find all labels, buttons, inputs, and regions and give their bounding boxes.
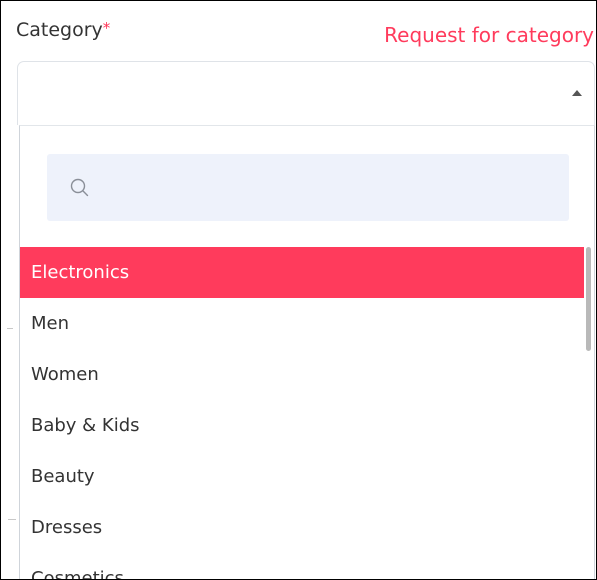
- caret-up-icon[interactable]: [572, 90, 582, 96]
- category-label: Category*: [16, 19, 110, 41]
- category-options-list: Electronics Men Women Baby & Kids Beauty Dres…: [20, 247, 586, 579]
- request-category-link[interactable]: Request for category: [384, 23, 594, 47]
- category-option[interactable]: Men: [20, 298, 586, 349]
- category-option[interactable]: Electronics: [20, 247, 586, 298]
- divider-mark: [8, 519, 16, 520]
- category-field-panel: Category* Request for category Electroni…: [0, 0, 597, 580]
- category-option[interactable]: Beauty: [20, 451, 586, 502]
- dropdown-scrollbar-thumb[interactable]: [586, 247, 591, 351]
- category-option[interactable]: Women: [20, 349, 586, 400]
- category-select[interactable]: [17, 61, 595, 125]
- category-option[interactable]: Dresses: [20, 502, 586, 553]
- divider-mark: [7, 328, 13, 329]
- category-dropdown-menu: Electronics Men Women Baby & Kids Beauty Dres…: [19, 125, 595, 579]
- category-option[interactable]: Baby & Kids: [20, 400, 586, 451]
- category-option[interactable]: Cosmetics: [20, 553, 586, 579]
- required-asterisk: *: [102, 19, 111, 37]
- search-icon: [70, 178, 89, 197]
- dropdown-search-input[interactable]: [47, 154, 569, 221]
- category-label-text: Category: [16, 19, 103, 41]
- dropdown-scrollbar[interactable]: [584, 247, 594, 579]
